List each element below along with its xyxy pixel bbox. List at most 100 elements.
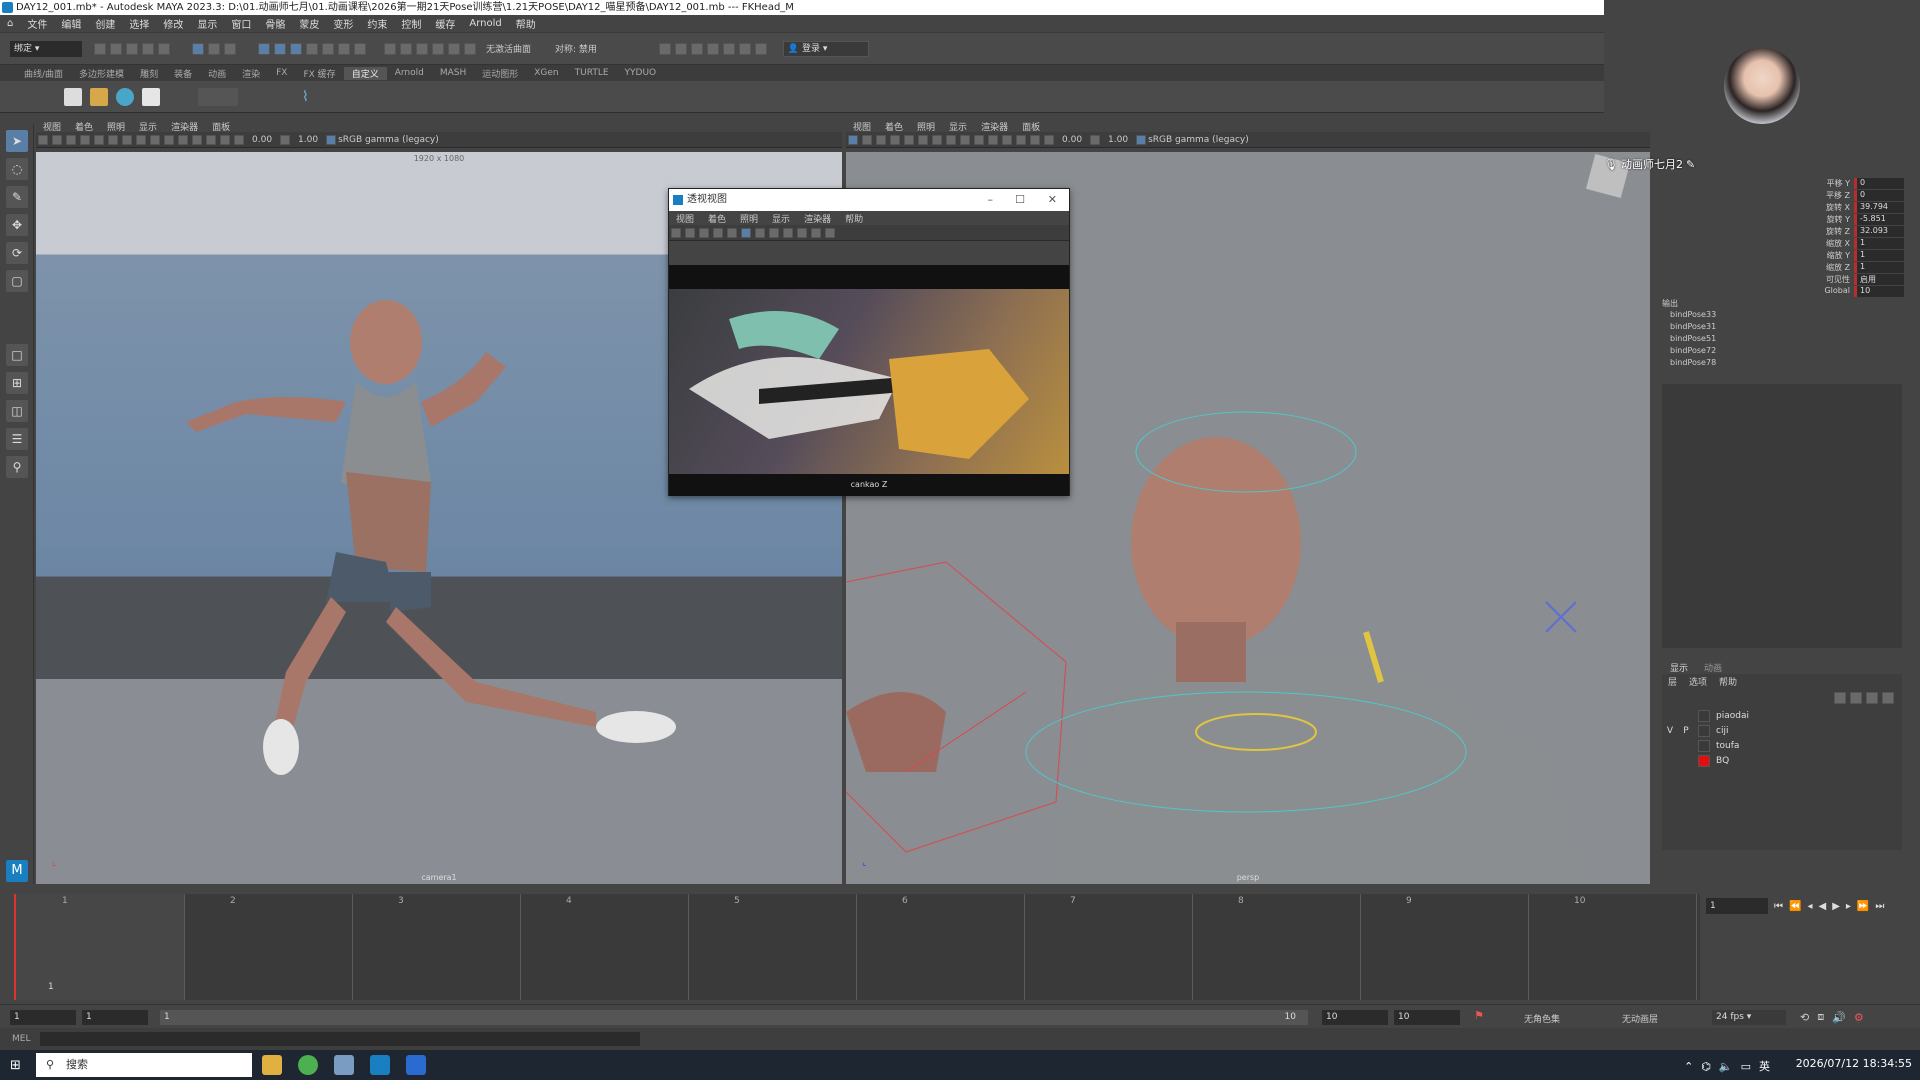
mask-icon-5[interactable] xyxy=(322,42,334,55)
vp-left-light-icon[interactable] xyxy=(136,134,146,145)
menu-display[interactable]: 显示 xyxy=(190,16,224,31)
prefs-icon[interactable]: ⚙ xyxy=(1854,1011,1864,1024)
save-scene-icon[interactable] xyxy=(126,42,138,55)
ref-bookmark-icon[interactable] xyxy=(699,227,709,238)
shelf-tab-fx[interactable]: FX xyxy=(268,68,295,78)
channel-row[interactable]: 缩放 X 1 xyxy=(1792,238,1912,249)
output-item[interactable]: bindPose78 xyxy=(1670,357,1842,369)
taskbar-clock[interactable]: 2026/07/12 18:34:55 xyxy=(1796,1057,1912,1070)
vp-right-menu-lighting[interactable]: 照明 xyxy=(910,120,942,133)
select-hierarchy-icon[interactable] xyxy=(192,42,204,55)
vp-right-menu-shading[interactable]: 着色 xyxy=(878,120,910,133)
vp-right-menu-show[interactable]: 显示 xyxy=(942,120,974,133)
new-layer-icon[interactable] xyxy=(1866,692,1878,704)
menu-control[interactable]: 控制 xyxy=(394,16,428,31)
play-forward-icon[interactable]: ▶ xyxy=(1832,901,1840,912)
tray-chevron-icon[interactable]: ⌃ xyxy=(1684,1060,1693,1073)
channel-row[interactable]: 缩放 Z 1 xyxy=(1792,262,1912,273)
vp-right-gamma-value[interactable]: 1.00 xyxy=(1108,135,1128,145)
channel-value[interactable]: 1 xyxy=(1854,238,1904,249)
channel-value[interactable]: 0 xyxy=(1854,190,1904,201)
login-dropdown[interactable]: 👤 登录 ▾ xyxy=(782,40,869,57)
vp-right-lock-icon[interactable] xyxy=(862,134,872,145)
paint-tool-icon[interactable]: ✎ xyxy=(6,186,28,208)
ref-menu-help[interactable]: 帮助 xyxy=(838,212,870,225)
snap-icon[interactable] xyxy=(354,42,366,55)
channel-value[interactable]: 0 xyxy=(1854,178,1904,189)
layer-down-icon[interactable] xyxy=(1850,692,1862,704)
new-layer-selected-icon[interactable] xyxy=(1882,692,1894,704)
snap-curve-icon[interactable] xyxy=(400,42,412,55)
mask-icon-1[interactable] xyxy=(258,42,270,55)
mode-select[interactable]: 绑定 ▾ xyxy=(10,40,82,57)
tray-volume-icon[interactable]: 🔈 xyxy=(1719,1060,1733,1073)
vp-right-ao-icon[interactable] xyxy=(974,134,984,145)
layer-row[interactable]: V Pciji xyxy=(1662,723,1902,738)
ref-menu-renderer[interactable]: 渲染器 xyxy=(797,212,838,225)
snap-view-icon[interactable] xyxy=(432,42,444,55)
shelf-tab-curves[interactable]: 曲线/曲面 xyxy=(16,67,71,80)
render-view-icon[interactable] xyxy=(706,42,719,55)
shelf-button-box[interactable] xyxy=(142,87,160,106)
render-setup-icon[interactable] xyxy=(738,42,751,55)
step-back-icon[interactable]: ◂ xyxy=(1807,901,1812,912)
vp-left-menu-show[interactable]: 显示 xyxy=(132,120,164,133)
mask-icon-3[interactable] xyxy=(290,42,302,55)
file-explorer-icon[interactable] xyxy=(262,1055,282,1075)
layer-visibility[interactable]: V xyxy=(1662,726,1678,736)
pause-icon[interactable] xyxy=(754,42,767,55)
vp-right-xray-icon[interactable] xyxy=(1002,134,1012,145)
ref-lock-icon[interactable] xyxy=(685,227,695,238)
redo-icon[interactable] xyxy=(158,42,170,55)
time-slider-track[interactable]: 1 1 2 3 4 5 6 7 8 9 10 xyxy=(14,894,1700,1000)
ref-menu-lighting[interactable]: 照明 xyxy=(733,212,765,225)
layer-color-swatch[interactable] xyxy=(1698,754,1710,767)
menu-help[interactable]: 帮助 xyxy=(509,16,543,31)
vp-right-menu-view[interactable]: 视图 xyxy=(846,120,878,133)
layer-menu-options[interactable]: 选项 xyxy=(1683,675,1713,688)
tray-network-icon[interactable]: ⌬ xyxy=(1701,1060,1711,1073)
layer-color-swatch[interactable] xyxy=(1698,739,1710,752)
vp-right-menu-renderer[interactable]: 渲染器 xyxy=(974,120,1015,133)
layer-up-icon[interactable] xyxy=(1834,692,1846,704)
layer-menu-layers[interactable]: 层 xyxy=(1662,675,1683,688)
shelf-button-model[interactable] xyxy=(64,87,82,106)
layer-name[interactable]: ciji xyxy=(1716,726,1728,736)
symmetry-label[interactable]: 对称: 禁用 xyxy=(555,42,597,55)
vp-left-xray-icon[interactable] xyxy=(192,134,202,145)
vp-left-menu-lighting[interactable]: 照明 xyxy=(100,120,132,133)
menu-modify[interactable]: 修改 xyxy=(156,16,190,31)
menu-select[interactable]: 选择 xyxy=(122,16,156,31)
select-tool-icon[interactable]: ➤ xyxy=(6,130,28,152)
vp-left-gamma-value[interactable]: 1.00 xyxy=(298,135,318,145)
home-icon[interactable]: ⌂ xyxy=(0,18,20,29)
mask-icon-2[interactable] xyxy=(274,42,286,55)
shelf-tab-mash[interactable]: MASH xyxy=(432,68,474,78)
shelf-tab-poly[interactable]: 多边形建模 xyxy=(71,67,132,80)
shelf-curve-icon[interactable]: ⌇ xyxy=(302,89,309,105)
channel-row[interactable]: Global 10 xyxy=(1792,286,1912,297)
vp-right-bookmark-icon[interactable] xyxy=(876,134,886,145)
undo-icon[interactable] xyxy=(142,42,154,55)
vp-left-resgate-icon[interactable] xyxy=(220,134,230,145)
four-view-icon[interactable]: ⊞ xyxy=(6,372,28,394)
snap-grid-icon[interactable] xyxy=(384,42,396,55)
current-frame-field[interactable]: 1 xyxy=(1706,898,1768,914)
go-start-icon[interactable]: ⏮ xyxy=(1774,901,1783,912)
layer-name[interactable]: BQ xyxy=(1716,756,1729,766)
lock-icon[interactable] xyxy=(338,42,350,55)
maximize-icon[interactable]: ☐ xyxy=(1015,189,1025,211)
anim-layer-label[interactable]: 无动画层 xyxy=(1622,1012,1658,1025)
single-view-icon[interactable]: □ xyxy=(6,344,28,366)
menu-file[interactable]: 文件 xyxy=(20,16,54,31)
vp-right-gamma-icon[interactable] xyxy=(1090,134,1101,145)
ref-menu-view[interactable]: 视图 xyxy=(669,212,701,225)
two-view-icon[interactable]: ◫ xyxy=(6,400,28,422)
key-tangent-icon[interactable]: ⧈ xyxy=(1817,1010,1824,1024)
layer-color-swatch[interactable] xyxy=(1698,724,1710,737)
vp-left-isolate-icon[interactable] xyxy=(206,134,216,145)
playback-end-field[interactable]: 10 xyxy=(1322,1010,1388,1025)
rotate-tool-icon[interactable]: ⟳ xyxy=(6,242,28,264)
vp-left-menu-view[interactable]: 视图 xyxy=(36,120,68,133)
lasso-tool-icon[interactable]: ◌ xyxy=(6,158,28,180)
